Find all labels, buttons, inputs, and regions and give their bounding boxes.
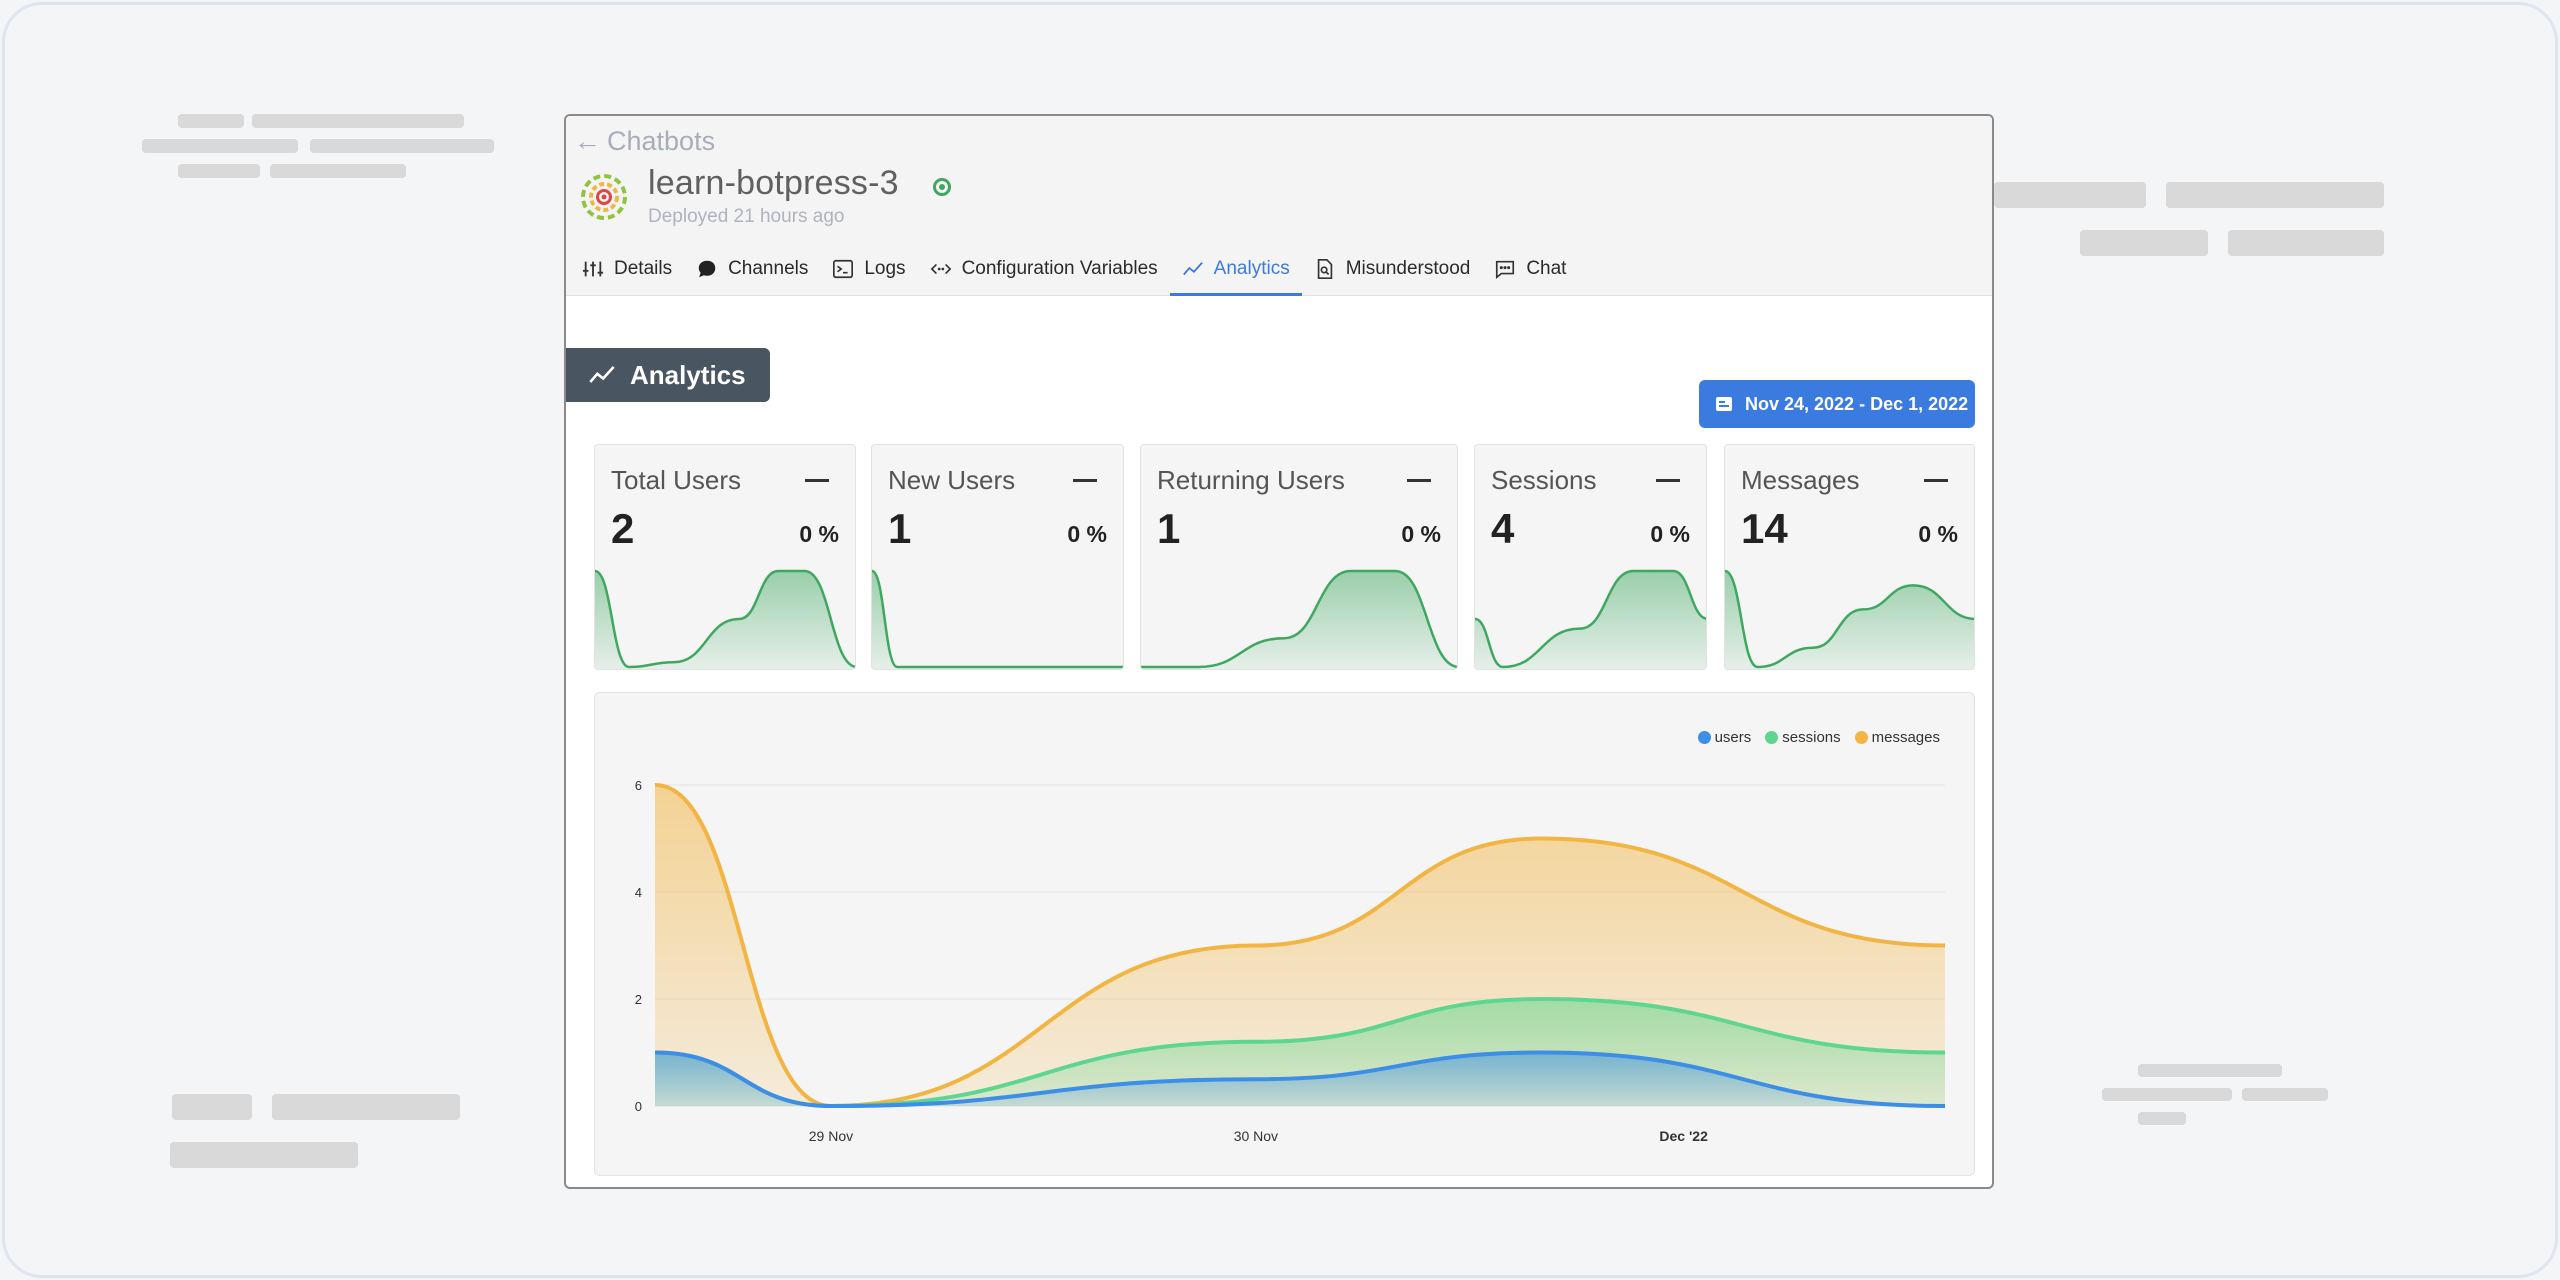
metric-change: 0 %	[799, 521, 839, 547]
tab-chat[interactable]: Chat	[1482, 242, 1578, 296]
dash-icon	[1073, 479, 1097, 482]
bot-analytics-window: ← Chatbots learn-botpress-3 Deployed 21 …	[564, 114, 1994, 1189]
tab-label: Logs	[864, 258, 906, 279]
sparkline-area	[1475, 571, 1706, 669]
metric-value: 14	[1741, 505, 1788, 552]
sparkline	[1725, 569, 1974, 669]
bot-logo-icon	[581, 174, 627, 220]
placeholder-bar	[252, 114, 464, 128]
placeholder-bar	[272, 1094, 460, 1120]
metric-title: New Users	[888, 465, 1016, 495]
metric-value: 2	[611, 505, 635, 552]
tab-label: Configuration Variables	[961, 258, 1158, 279]
sparkline-area	[1725, 571, 1974, 669]
tab-label: Details	[614, 258, 673, 279]
sparkline	[595, 569, 855, 669]
sparkline-line	[872, 569, 1123, 669]
sparkline-area	[872, 571, 1123, 669]
x-tick-label: 30 Nov	[1234, 1128, 1278, 1144]
placeholder-bar	[178, 164, 260, 178]
bot-name: learn-botpress-3	[648, 164, 899, 202]
dash-icon	[1656, 479, 1680, 482]
terminal-icon	[833, 259, 854, 279]
metric-title: Messages	[1741, 465, 1860, 495]
back-to-chatbots-link[interactable]: ← Chatbots	[574, 126, 715, 157]
tab-channels[interactable]: Channels	[684, 242, 820, 296]
arrow-left-icon: ←	[574, 126, 601, 156]
sparkline-area	[1141, 571, 1457, 669]
placeholder-bar	[310, 139, 494, 153]
message-icon	[1496, 260, 1515, 279]
metric-card-returning-users: Returning Users 1 0 %	[1140, 444, 1458, 670]
metric-change: 0 %	[1401, 521, 1441, 547]
activity-chart: users sessions messages 0 2 4 6 29 Nov 30 Nov…	[594, 692, 1975, 1176]
placeholder-bar	[2228, 230, 2384, 256]
metric-card-new-users: New Users 1 0 %	[871, 444, 1124, 670]
sparkline	[872, 569, 1123, 669]
metric-value: 4	[1491, 505, 1515, 552]
metric-title: Sessions	[1491, 465, 1597, 495]
sliders-icon	[582, 261, 604, 277]
placeholder-bar	[2138, 1064, 2282, 1077]
placeholder-bar	[270, 164, 406, 178]
sparkline	[1141, 569, 1457, 669]
section-title: Analytics	[566, 348, 770, 402]
metric-card-sessions: Sessions 4 0 %	[1474, 444, 1707, 670]
online-status-icon	[933, 178, 951, 196]
tab-logs[interactable]: Logs	[820, 242, 917, 296]
deploy-time: Deployed 21 hours ago	[648, 206, 845, 227]
tab-label: Analytics	[1213, 258, 1290, 279]
placeholder-bar	[172, 1094, 252, 1120]
y-tick-label: 4	[635, 885, 642, 900]
placeholder-bar	[2102, 1088, 2232, 1101]
placeholder-bar	[1994, 182, 2146, 208]
calendar-icon	[1716, 397, 1732, 411]
metric-value: 1	[1157, 505, 1181, 552]
area-chart: 0 2 4 6 29 Nov 30 Nov Dec '22	[635, 778, 1946, 1144]
placeholder-bar	[2242, 1088, 2328, 1101]
dash-icon	[1407, 479, 1431, 482]
file-search-icon	[1317, 259, 1332, 279]
y-tick-label: 6	[635, 778, 642, 793]
code-icon	[930, 263, 951, 275]
metric-card-messages: Messages 14 0 %	[1724, 444, 1975, 670]
placeholder-bar	[170, 1142, 358, 1168]
metric-value: 1	[888, 505, 912, 552]
placeholder-bar	[2138, 1112, 2186, 1125]
metric-change: 0 %	[1650, 521, 1690, 547]
metric-change: 0 %	[1918, 521, 1958, 547]
sparkline-area	[595, 571, 855, 669]
trend-icon	[1182, 261, 1203, 276]
tab-configuration-variables[interactable]: Configuration Variables	[918, 242, 1170, 296]
tab-analytics[interactable]: Analytics	[1169, 242, 1302, 296]
bot-tabs: Details Channels Logs Configuration Vari…	[582, 242, 1578, 296]
metric-title: Returning Users	[1157, 465, 1345, 495]
placeholder-bar	[142, 139, 298, 153]
placeholder-bar	[178, 114, 244, 128]
tab-details[interactable]: Details	[582, 242, 684, 296]
tab-misunderstood[interactable]: Misunderstood	[1302, 242, 1483, 296]
tab-label: Channels	[728, 258, 809, 279]
back-label: Chatbots	[607, 126, 716, 156]
date-range-button[interactable]: Nov 24, 2022 - Dec 1, 2022	[1699, 380, 1975, 428]
section-title-label: Analytics	[630, 359, 746, 390]
dash-icon	[805, 479, 829, 482]
tab-label: Chat	[1526, 258, 1567, 279]
placeholder-bar	[2166, 182, 2384, 208]
y-tick-label: 2	[635, 992, 642, 1007]
date-range-label: Nov 24, 2022 - Dec 1, 2022	[1745, 393, 1969, 414]
placeholder-bar	[2080, 230, 2208, 256]
y-tick-label: 0	[635, 1099, 642, 1114]
sparkline	[1475, 569, 1706, 669]
tab-label: Misunderstood	[1345, 258, 1471, 279]
metric-title: Total Users	[611, 465, 742, 495]
bot-header: ← Chatbots learn-botpress-3 Deployed 21 …	[566, 116, 1992, 296]
trend-icon	[589, 365, 615, 383]
x-tick-label: 29 Nov	[809, 1128, 853, 1144]
dash-icon	[1924, 479, 1948, 482]
metric-card-total-users: Total Users 2 0 %	[594, 444, 856, 670]
chat-bubble-icon	[698, 260, 716, 278]
metric-change: 0 %	[1067, 521, 1107, 547]
x-tick-label: Dec '22	[1659, 1128, 1708, 1144]
